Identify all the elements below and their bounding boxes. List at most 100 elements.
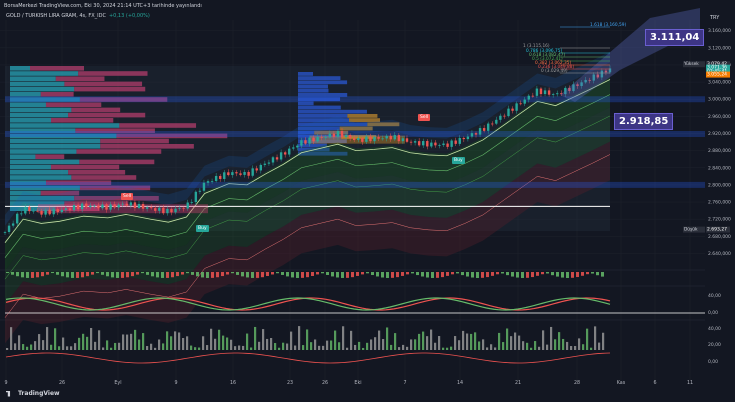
osc3-bar: [214, 338, 217, 350]
time-tick: 28: [574, 380, 580, 386]
candle-body: [20, 213, 23, 215]
candle-body: [223, 172, 226, 179]
osc3-bar: [522, 341, 525, 350]
footer-brand[interactable]: TradingView: [6, 390, 60, 397]
candle-body: [162, 207, 165, 214]
osc3-bar: [558, 332, 561, 350]
candle-body: [486, 123, 490, 131]
candle-body: [235, 172, 238, 174]
osc3-bar: [234, 346, 237, 350]
osc3-bar: [58, 346, 61, 350]
osc3-bar: [150, 343, 153, 350]
candle-body: [357, 138, 360, 141]
osc3-bar: [138, 339, 141, 350]
candle-body: [462, 137, 466, 140]
candle-body: [206, 181, 210, 183]
footer-brand-label: TradingView: [18, 390, 60, 397]
osc1-bar: [171, 272, 174, 278]
osc3-bar: [22, 344, 25, 350]
price-tick: 2.960,000: [708, 114, 731, 120]
candle-body: [52, 209, 55, 215]
candle-body: [454, 140, 457, 144]
candle-body: [44, 209, 47, 215]
candle-body: [495, 119, 498, 124]
osc1-bar: [391, 272, 394, 278]
time-tick: 9: [4, 380, 7, 386]
osc3-bar: [34, 341, 37, 350]
time-tick: 16: [230, 380, 236, 386]
osc3-bar: [354, 344, 357, 350]
osc1-bar: [376, 272, 379, 277]
symbol-line: GOLD / TURKISH LIRA GRAM, 4s, FX_IDC +0,1…: [6, 13, 150, 19]
osc3-bar: [134, 329, 137, 350]
candle-body: [426, 141, 429, 147]
osc1-bar: [46, 272, 49, 275]
osc3-bar: [370, 339, 373, 350]
osc1-bar: [561, 272, 564, 278]
osc3-bar: [486, 347, 489, 350]
osc1-bar: [16, 272, 19, 277]
osc3-bar: [334, 330, 337, 350]
buy-badge: Buy: [452, 157, 465, 164]
osc1-bar: [321, 272, 324, 274]
osc3-bar: [82, 333, 85, 350]
candle-body: [3, 232, 7, 233]
osc3-bar: [394, 333, 397, 350]
osc1-bar: [361, 272, 364, 275]
osc1-bar: [486, 272, 489, 278]
osc1-bar: [306, 272, 309, 278]
osc1-bar: [451, 272, 454, 275]
osc3-bar: [406, 346, 409, 350]
osc1-bar: [91, 272, 94, 275]
osc3-bar: [530, 347, 533, 350]
candle-body: [470, 133, 474, 137]
osc3-bar: [318, 345, 321, 350]
price-chart[interactable]: 1.618 (3.160,59)1 (3.115,16)0.786 (3.096…: [0, 0, 735, 402]
price-tick: 2.920,000: [708, 131, 731, 137]
candle-body: [166, 208, 169, 214]
candle-body: [474, 133, 478, 135]
osc3-bar: [118, 342, 121, 350]
candle-body: [324, 137, 327, 138]
osc3-bar: [542, 330, 545, 350]
osc3-bar: [434, 342, 437, 350]
osc1-bar: [141, 272, 144, 274]
candle-body: [154, 208, 157, 211]
candle-body: [125, 203, 129, 206]
osc1-bar: [206, 272, 209, 278]
osc3-bar: [166, 331, 169, 350]
osc3-bar: [438, 336, 441, 350]
candle-body: [503, 115, 506, 117]
osc1-bar: [281, 272, 284, 275]
osc1-bar: [446, 272, 449, 276]
candle-body: [336, 131, 340, 137]
buy-badge: Buy: [196, 225, 209, 232]
candle-body: [478, 128, 482, 135]
osc1-bar: [221, 272, 224, 277]
candle-body: [85, 203, 88, 208]
osc3-bar: [382, 339, 385, 350]
osc3-bar: [282, 342, 285, 350]
osc1-bar: [276, 272, 279, 274]
candle-body: [344, 134, 348, 138]
candle-body: [72, 205, 76, 211]
time-tick: 26: [59, 380, 65, 386]
osc1-bar: [526, 272, 529, 278]
osc3-bar: [46, 327, 49, 350]
osc1-bar: [571, 272, 574, 278]
osc3-bar: [274, 343, 277, 350]
osc3-bar: [250, 347, 253, 350]
osc3-bar: [170, 336, 173, 350]
osc3-bar: [66, 346, 69, 350]
osc3-bar: [458, 340, 461, 350]
osc3-bar: [178, 332, 181, 350]
osc1-bar: [111, 272, 114, 278]
candle-body: [263, 163, 267, 165]
osc1-bar: [81, 272, 84, 278]
candle-body: [417, 141, 421, 146]
osc3-bar: [210, 328, 213, 350]
osc1-bar: [566, 272, 569, 278]
osc3-bar: [78, 337, 81, 350]
osc1-bar: [241, 272, 244, 277]
osc1-bar: [521, 272, 524, 278]
